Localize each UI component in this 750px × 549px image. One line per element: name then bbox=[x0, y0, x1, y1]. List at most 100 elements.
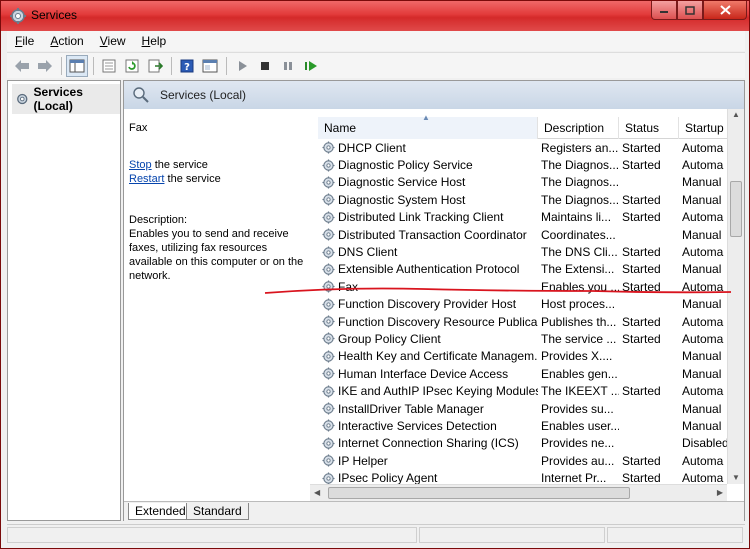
back-arrow-icon bbox=[15, 59, 29, 72]
table-row[interactable]: Distributed Link Tracking Client Maintain… bbox=[318, 209, 741, 226]
service-rows: DHCP Client Registers an... Started Automa D… bbox=[318, 139, 741, 487]
table-row[interactable]: DHCP Client Registers an... Started Automa bbox=[318, 139, 741, 156]
stop-service-button[interactable] bbox=[254, 55, 276, 77]
service-name-cell: Human Interface Device Access bbox=[318, 367, 538, 381]
stop-icon bbox=[261, 61, 269, 70]
service-description: Publishes th... bbox=[541, 314, 617, 329]
service-status: Started bbox=[622, 453, 661, 468]
table-row[interactable]: Interactive Services Detection Enables us… bbox=[318, 417, 741, 434]
maximize-icon bbox=[685, 5, 695, 15]
table-row[interactable]: Diagnostic Policy Service The Diagnos... S… bbox=[318, 156, 741, 173]
toolbar: ? bbox=[7, 52, 745, 78]
service-name: DNS Client bbox=[338, 245, 398, 260]
service-gear-icon bbox=[322, 454, 335, 467]
description-label: Description: bbox=[129, 214, 188, 226]
view-button[interactable] bbox=[199, 55, 221, 77]
service-name-cell: InstallDriver Table Manager bbox=[318, 402, 538, 416]
stop-link[interactable]: Stop bbox=[129, 159, 152, 171]
console-tree: Services (Local) bbox=[7, 80, 121, 521]
service-name-cell: Diagnostic Service Host bbox=[318, 175, 538, 189]
tree-item-services-local[interactable]: Services (Local) bbox=[12, 84, 120, 114]
restart-link-suffix: the service bbox=[164, 173, 221, 185]
table-row[interactable]: Function Discovery Provider Host Host pro… bbox=[318, 296, 741, 313]
minimize-button[interactable] bbox=[651, 1, 677, 20]
menu-file[interactable]: File bbox=[7, 34, 42, 48]
table-row[interactable]: DNS Client The DNS Cli... Started Automa bbox=[318, 243, 741, 260]
table-row[interactable]: IKE and AuthIP IPsec Keying Modules The I… bbox=[318, 382, 741, 399]
service-name-cell: Extensible Authentication Protocol bbox=[318, 262, 538, 276]
title-bar[interactable]: Services bbox=[1, 1, 749, 31]
service-name: IP Helper bbox=[338, 453, 388, 468]
menu-help[interactable]: Help bbox=[134, 34, 175, 48]
scroll-up-arrow-icon[interactable]: ▲ bbox=[732, 110, 740, 119]
service-gear-icon bbox=[322, 228, 335, 241]
horizontal-scroll-thumb[interactable] bbox=[328, 487, 630, 499]
vertical-scrollbar[interactable]: ▲ ▼ bbox=[727, 109, 744, 484]
service-gear-icon bbox=[322, 419, 335, 432]
column-header-name[interactable]: ▲ Name bbox=[318, 114, 538, 139]
tab-extended[interactable]: Extended bbox=[128, 503, 193, 520]
service-name: Function Discovery Provider Host bbox=[338, 297, 517, 312]
service-status: Started bbox=[622, 140, 661, 155]
horizontal-scrollbar[interactable]: ◀ ▶ bbox=[310, 484, 727, 501]
column-header-status[interactable]: Status bbox=[619, 117, 679, 139]
refresh-icon bbox=[125, 59, 139, 72]
table-row[interactable]: Extensible Authentication Protocol The Ex… bbox=[318, 261, 741, 278]
scroll-down-arrow-icon[interactable]: ▼ bbox=[732, 473, 740, 482]
toolbar-separator bbox=[171, 56, 172, 75]
start-service-button[interactable] bbox=[231, 55, 253, 77]
restart-service-button[interactable] bbox=[300, 55, 322, 77]
back-button[interactable] bbox=[11, 55, 33, 77]
status-segment bbox=[7, 527, 417, 543]
table-row[interactable]: Health Key and Certificate Managem... Pro… bbox=[318, 348, 741, 365]
properties-icon bbox=[102, 59, 116, 72]
table-row[interactable]: InstallDriver Table Manager Provides su..… bbox=[318, 400, 741, 417]
service-name-cell: IKE and AuthIP IPsec Keying Modules bbox=[318, 384, 538, 398]
table-row[interactable]: Fax Enables you ... Started Automa bbox=[318, 278, 741, 295]
service-gear-icon bbox=[322, 367, 335, 380]
refresh-button[interactable] bbox=[121, 55, 143, 77]
service-name-cell: Interactive Services Detection bbox=[318, 419, 538, 433]
services-list: ▲ Name Description Status Startup DHCP C… bbox=[310, 109, 744, 501]
scroll-right-arrow-icon[interactable]: ▶ bbox=[717, 488, 723, 497]
service-name: Extensible Authentication Protocol bbox=[338, 262, 520, 277]
pause-service-button[interactable] bbox=[277, 55, 299, 77]
service-gear-icon bbox=[322, 350, 335, 363]
tree-item-label: Services (Local) bbox=[33, 85, 83, 113]
table-row[interactable]: Distributed Transaction Coordinator Coord… bbox=[318, 226, 741, 243]
restart-link[interactable]: Restart bbox=[129, 173, 164, 185]
service-status: Started bbox=[622, 279, 661, 294]
scroll-left-arrow-icon[interactable]: ◀ bbox=[314, 488, 320, 497]
menu-bar: File Action View Help bbox=[7, 31, 745, 51]
service-description: Internet Pr... bbox=[541, 471, 607, 486]
table-row[interactable]: Function Discovery Resource Publica... Pu… bbox=[318, 313, 741, 330]
service-name: Diagnostic Policy Service bbox=[338, 158, 473, 173]
menu-view[interactable]: View bbox=[92, 34, 134, 48]
export-list-button[interactable] bbox=[144, 55, 166, 77]
service-description: The Extensi... bbox=[541, 262, 615, 277]
table-row[interactable]: Diagnostic System Host The Diagnos... Star… bbox=[318, 191, 741, 208]
table-row[interactable]: IP Helper Provides au... Started Automa bbox=[318, 452, 741, 469]
forward-button[interactable] bbox=[34, 55, 56, 77]
close-button[interactable] bbox=[703, 1, 747, 20]
properties-button[interactable] bbox=[98, 55, 120, 77]
tab-standard[interactable]: Standard bbox=[186, 503, 249, 520]
show-hide-console-tree-button[interactable] bbox=[66, 54, 88, 77]
maximize-button[interactable] bbox=[677, 1, 703, 20]
service-status: Started bbox=[622, 192, 661, 207]
window-controls bbox=[651, 1, 747, 20]
table-row[interactable]: Internet Connection Sharing (ICS) Provide… bbox=[318, 435, 741, 452]
list-header: ▲ Name Description Status Startup bbox=[318, 114, 741, 139]
table-row[interactable]: Group Policy Client The service ... Starte… bbox=[318, 330, 741, 347]
service-description: The Diagnos... bbox=[541, 175, 619, 190]
table-row[interactable]: Diagnostic Service Host The Diagnos... Man… bbox=[318, 174, 741, 191]
service-description: Host proces... bbox=[541, 297, 616, 312]
menu-action[interactable]: Action bbox=[42, 34, 91, 48]
help-button[interactable]: ? bbox=[176, 55, 198, 77]
view-pane-icon bbox=[202, 59, 218, 72]
column-header-startup-label: Startup bbox=[685, 121, 724, 135]
vertical-scroll-thumb[interactable] bbox=[730, 181, 742, 237]
table-row[interactable]: Human Interface Device Access Enables gen… bbox=[318, 365, 741, 382]
column-header-description[interactable]: Description bbox=[538, 117, 619, 139]
service-name: InstallDriver Table Manager bbox=[338, 401, 484, 416]
